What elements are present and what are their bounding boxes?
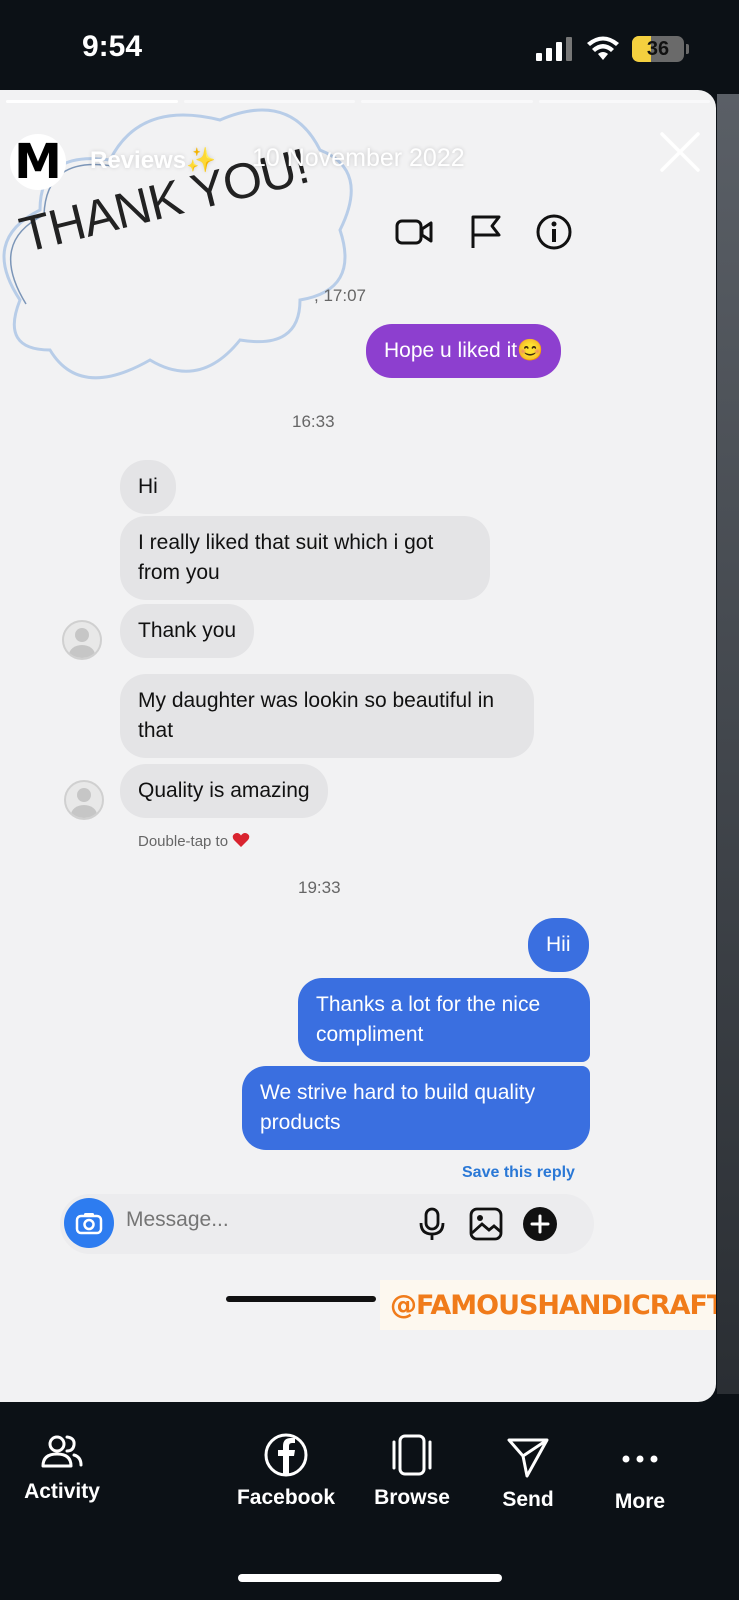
message-bubble-incoming[interactable]: Thank you	[120, 604, 255, 658]
browse-label: Browse	[374, 1486, 450, 1509]
home-indicator[interactable]	[238, 1574, 502, 1582]
info-icon[interactable]	[534, 212, 574, 252]
gallery-icon[interactable]	[468, 1206, 504, 1242]
timestamp: , 17:07	[314, 286, 366, 305]
people-icon	[41, 1435, 83, 1468]
save-reply-link[interactable]: Save this reply	[462, 1164, 575, 1182]
timestamp: 16:33	[292, 412, 335, 431]
video-call-icon[interactable]	[394, 212, 434, 252]
message-bubble-outgoing[interactable]: Hope u liked it😊	[366, 324, 562, 378]
facebook-button[interactable]: Facebook	[232, 1432, 340, 1510]
message-bubble-outgoing[interactable]: We strive hard to build quality products	[242, 1066, 590, 1150]
battery-indicator: 36	[632, 36, 684, 62]
story-card[interactable]: THANK YOU! M Reviews✨ 10 November 2022 ,…	[0, 90, 716, 1402]
more-button[interactable]: More	[600, 1436, 680, 1514]
camera-button[interactable]	[64, 1198, 114, 1248]
progress-segment	[361, 100, 533, 103]
double-tap-hint: Double-tap to	[138, 832, 250, 850]
story-account-name[interactable]: Reviews✨	[90, 146, 216, 175]
progress-segment	[538, 100, 710, 103]
activity-button[interactable]: Activity	[22, 1432, 102, 1504]
message-bubble-incoming[interactable]: My daughter was lookin so beautiful in t…	[120, 674, 534, 758]
timestamp: 19:33	[298, 878, 341, 897]
more-icon	[622, 1455, 658, 1463]
battery-tip	[686, 44, 689, 54]
send-label: Send	[502, 1488, 554, 1511]
message-bubble-outgoing[interactable]: Hii	[528, 918, 589, 972]
send-button[interactable]: Send	[488, 1434, 568, 1512]
message-bubble-incoming[interactable]: Quality is amazing	[120, 764, 328, 818]
browse-icon	[392, 1434, 432, 1476]
facebook-label: Facebook	[236, 1486, 336, 1509]
browse-button[interactable]: Browse	[372, 1432, 452, 1510]
wifi-icon	[587, 36, 619, 60]
screenshot-home-indicator	[226, 1296, 376, 1302]
status-icons: 36	[536, 36, 689, 62]
watermark-handle: @FAMOUSHANDICRAFTS.IN	[380, 1280, 716, 1330]
cellular-signal-icon	[536, 37, 572, 61]
activity-label: Activity	[24, 1480, 100, 1503]
camera-icon	[75, 1213, 103, 1235]
message-composer	[60, 1194, 594, 1254]
send-icon	[507, 1438, 549, 1478]
sender-avatar[interactable]	[64, 780, 104, 820]
status-time: 9:54	[82, 30, 143, 63]
microphone-icon[interactable]	[414, 1206, 450, 1242]
battery-percent: 36	[646, 37, 670, 60]
heart-icon	[232, 833, 250, 847]
story-account-avatar[interactable]: M	[10, 134, 66, 190]
story-date: 10 November 2022	[252, 144, 465, 172]
plus-icon[interactable]	[522, 1206, 558, 1242]
message-bubble-incoming[interactable]: I really liked that suit which i got fro…	[120, 516, 490, 600]
facebook-icon	[264, 1433, 308, 1477]
double-tap-text: Double-tap to	[138, 833, 229, 850]
message-bubble-incoming[interactable]: Hi	[120, 460, 176, 514]
flag-icon[interactable]	[466, 212, 506, 252]
next-story-edge[interactable]	[717, 94, 739, 1394]
sender-avatar[interactable]	[62, 620, 102, 660]
message-input[interactable]	[126, 1208, 386, 1232]
message-bubble-outgoing[interactable]: Thanks a lot for the nice compliment	[298, 978, 590, 1062]
close-icon[interactable]	[658, 130, 702, 174]
more-label: More	[614, 1490, 666, 1513]
